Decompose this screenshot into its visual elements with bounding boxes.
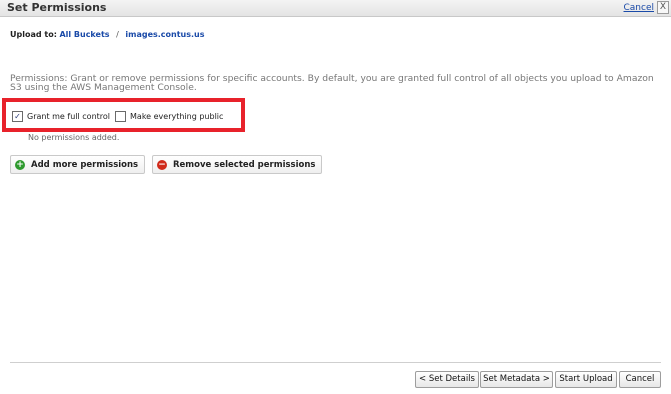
start-upload-button[interactable]: Start Upload (555, 371, 617, 388)
grant-full-control-checkbox[interactable]: ✓ (12, 110, 23, 122)
set-details-button[interactable]: < Set Details (415, 371, 479, 388)
cancel-link[interactable]: Cancel (624, 3, 655, 13)
add-permissions-label: Add more permissions (31, 159, 139, 170)
set-metadata-button[interactable]: Set Metadata > (480, 371, 553, 388)
plus-icon: + (15, 159, 25, 170)
cancel-button[interactable]: Cancel (619, 371, 661, 388)
make-public-checkbox[interactable] (115, 110, 127, 122)
close-icon[interactable]: X (657, 1, 669, 14)
make-public-label: Make everything public (130, 111, 224, 121)
permissions-description: Permissions: Grant or remove permissions… (10, 73, 654, 93)
minus-icon: − (157, 159, 167, 170)
breadcrumb-all-buckets[interactable]: All Buckets (59, 30, 109, 39)
upload-to-label: Upload to: (10, 30, 57, 39)
breadcrumb-bucket[interactable]: images.contus.us (125, 30, 204, 39)
footer-divider (10, 362, 661, 363)
grant-full-control-label: Grant me full control (27, 111, 111, 121)
remove-permissions-label: Remove selected permissions (173, 159, 316, 170)
remove-permissions-button[interactable]: − Remove selected permissions (152, 155, 323, 174)
dialog-title: Set Permissions (7, 1, 107, 14)
dialog-titlebar: Set Permissions Cancel X (0, 0, 671, 17)
permission-checkboxes: ✓ Grant me full control Make everything … (12, 110, 228, 122)
breadcrumb-separator: / (116, 30, 119, 39)
upload-to-breadcrumb: Upload to: All Buckets / images.contus.u… (10, 30, 205, 39)
add-permissions-button[interactable]: + Add more permissions (10, 155, 146, 174)
no-permissions-text: No permissions added. (28, 133, 120, 142)
